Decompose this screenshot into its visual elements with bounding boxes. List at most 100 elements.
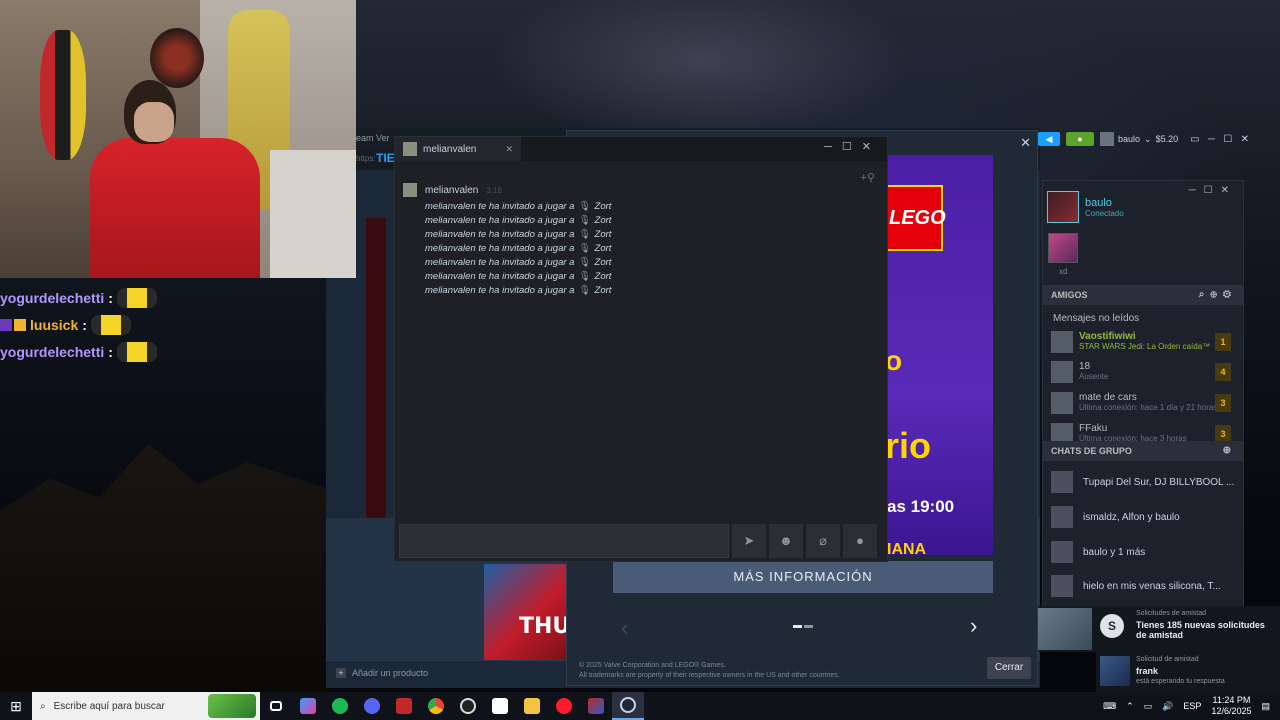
- add-product-button[interactable]: + Añadir un producto: [336, 668, 428, 678]
- stream-chat-user: yogurdelechetti: [0, 343, 105, 360]
- taskbar: ⊞ ⌕ Escribe aquí para buscar ⌨ ⌃ ▭ 🔊 ESP…: [0, 692, 1280, 720]
- steam-taskbar-icon[interactable]: [612, 692, 644, 720]
- invite-message[interactable]: melianvalen te ha invitado a jugar a 🎙 Zor…: [425, 200, 611, 214]
- close-icon[interactable]: ✕: [1020, 135, 1031, 151]
- unread-badge: 3: [1215, 394, 1231, 412]
- file-explorer-icon[interactable]: [516, 692, 548, 720]
- network-icon[interactable]: ▭: [1144, 701, 1153, 712]
- promo-banner[interactable]: LEGO o rio as 19:00 IANA: [885, 155, 993, 555]
- game-icon: 🎙: [578, 285, 591, 296]
- friend-item[interactable]: 18 Ausente 4: [1051, 361, 1239, 387]
- carousel-dots[interactable]: [793, 625, 813, 628]
- obs-icon[interactable]: [452, 692, 484, 720]
- my-status: Conectado: [1085, 209, 1124, 218]
- voice-icon[interactable]: ●: [843, 524, 877, 558]
- stream-chat-line: yogurdelechetti :: [0, 284, 157, 311]
- clock-date: 12/6/2025: [1211, 706, 1252, 716]
- friend-item[interactable]: Vaostifiwiwi STAR WARS Jedi: La Orden caí…: [1051, 331, 1239, 357]
- notification-name: frank: [1136, 666, 1159, 676]
- bell-icon[interactable]: ●: [1066, 132, 1094, 146]
- invite-message[interactable]: melianvalen te ha invitado a jugar a 🎙 Zor…: [425, 214, 611, 228]
- close-button[interactable]: Cerrar: [987, 657, 1031, 679]
- taskbar-search[interactable]: ⌕ Escribe aquí para buscar: [32, 692, 260, 720]
- group-chat-item[interactable]: hielo en mis venas silicona, T...: [1051, 573, 1239, 599]
- discord-icon[interactable]: [356, 692, 388, 720]
- volume-icon[interactable]: 🔊: [1162, 701, 1173, 712]
- chevron-left-icon[interactable]: ‹: [621, 615, 628, 641]
- invite-game: Zort: [594, 229, 612, 240]
- app-icon[interactable]: [484, 692, 516, 720]
- invite-message[interactable]: melianvalen te ha invitado a jugar a 🎙 Zor…: [425, 256, 611, 270]
- chat-window: melianvalen ✕ ─☐✕ +⚲ melianvalen 3:16 me…: [394, 136, 888, 562]
- add-friend-icon[interactable]: ⊕: [1210, 289, 1223, 300]
- invite-game: Zort: [594, 271, 612, 282]
- voicemeeter-icon[interactable]: [388, 692, 420, 720]
- windows-start-icon[interactable]: ⊞: [0, 692, 32, 720]
- spotify-icon[interactable]: [324, 692, 356, 720]
- invite-icon[interactable]: +⚲: [861, 171, 875, 184]
- copilot-icon[interactable]: [292, 692, 324, 720]
- chevron-right-icon[interactable]: ›: [970, 613, 977, 639]
- megaphone-icon[interactable]: ◀: [1038, 132, 1060, 146]
- attach-icon[interactable]: ⌀: [806, 524, 840, 558]
- friends-header[interactable]: AMIGOS ⌕⊕⚙: [1043, 285, 1243, 305]
- group-name: Tupapi Del Sur, DJ BILLYBOOL ...: [1083, 476, 1235, 488]
- emoji-icon[interactable]: ☻: [769, 524, 803, 558]
- window-controls[interactable]: ─☐✕: [824, 140, 881, 153]
- invite-message[interactable]: melianvalen te ha invitado a jugar a 🎙 Zor…: [425, 284, 611, 298]
- clock[interactable]: 11:24 PM 12/6/2025: [1211, 695, 1251, 717]
- chat-tab[interactable]: melianvalen ✕: [395, 137, 521, 161]
- carousel-dot[interactable]: [793, 625, 802, 628]
- store-nav-title[interactable]: TIE: [376, 151, 395, 165]
- invite-message[interactable]: melianvalen te ha invitado a jugar a 🎙 Zor…: [425, 242, 611, 256]
- chat-message-input[interactable]: [399, 524, 729, 558]
- lego-logo: LEGO: [885, 185, 946, 251]
- cam-person: [90, 80, 260, 278]
- copyright-line-2: All trademarks are property of their res…: [579, 672, 840, 679]
- invite-message[interactable]: melianvalen te ha invitado a jugar a 🎙 Zor…: [425, 228, 611, 242]
- invite-message[interactable]: melianvalen te ha invitado a jugar a 🎙 Zor…: [425, 270, 611, 284]
- notification-title: Solicitudes de amistad: [1136, 610, 1207, 617]
- add-group-icon[interactable]: ⊕: [1223, 441, 1237, 461]
- notifications-icon[interactable]: ▤: [1261, 701, 1270, 712]
- plus-icon: +: [336, 668, 346, 678]
- friends-tools[interactable]: ⌕⊕⚙: [1199, 285, 1237, 305]
- friend-name: mate de cars: [1079, 392, 1137, 403]
- store-url[interactable]: https:: [356, 154, 376, 163]
- settings-icon[interactable]: ⚙: [1223, 289, 1237, 300]
- task-view-icon[interactable]: [260, 692, 292, 720]
- sender-name[interactable]: melianvalen: [425, 185, 478, 196]
- game-thumbnail[interactable]: THU: [484, 564, 568, 660]
- game-launcher-icon[interactable]: [580, 692, 612, 720]
- group-chat-item[interactable]: Tupapi Del Sur, DJ BILLYBOOL ...: [1051, 469, 1239, 495]
- close-icon[interactable]: ✕: [505, 144, 513, 155]
- window-controls[interactable]: ─☐✕: [1189, 185, 1237, 196]
- friend-item[interactable]: mate de cars Última conexión: hace 1 día …: [1051, 392, 1239, 418]
- friend-request-notification[interactable]: Solicitud de amistad frank está esperand…: [1096, 652, 1280, 692]
- search-icon[interactable]: ⌕: [1199, 289, 1211, 300]
- window-controls[interactable]: ▭ ─ ☐ ✕: [1190, 134, 1249, 145]
- message-header: melianvalen 3:16: [403, 183, 502, 197]
- group-name: baulo y 1 más: [1083, 546, 1146, 558]
- avatar: [1051, 331, 1073, 353]
- favorite-friend[interactable]: [1048, 233, 1078, 263]
- group-chat-item[interactable]: ismaldz, Alfon y baulo: [1051, 504, 1239, 530]
- banner-text-4: IANA: [887, 541, 927, 555]
- keyboard-icon[interactable]: ⌨: [1103, 701, 1116, 712]
- my-profile[interactable]: baulo Conectado: [1047, 191, 1124, 223]
- carousel-dot[interactable]: [804, 625, 813, 628]
- account-menu[interactable]: baulo ⌄ $5.20: [1100, 132, 1178, 146]
- friend-status: Última conexión: hace 1 día y 21 horas: [1079, 403, 1218, 412]
- more-info-button[interactable]: MÁS INFORMACIÓN: [613, 561, 993, 593]
- friend-requests-notification[interactable]: S Solicitudes de amistad Tienes 185 nuev…: [1038, 606, 1280, 652]
- invite-game: Zort: [594, 215, 612, 226]
- avatar[interactable]: [403, 183, 417, 197]
- language-indicator[interactable]: ESP: [1183, 701, 1201, 711]
- opera-icon[interactable]: [548, 692, 580, 720]
- my-name: baulo: [1085, 197, 1112, 209]
- send-icon[interactable]: ➤: [732, 524, 766, 558]
- group-chats-header[interactable]: CHATS DE GRUPO ⊕: [1043, 441, 1243, 461]
- chevron-up-icon[interactable]: ⌃: [1126, 701, 1134, 712]
- chrome-icon[interactable]: [420, 692, 452, 720]
- group-chat-item[interactable]: baulo y 1 más: [1051, 539, 1239, 565]
